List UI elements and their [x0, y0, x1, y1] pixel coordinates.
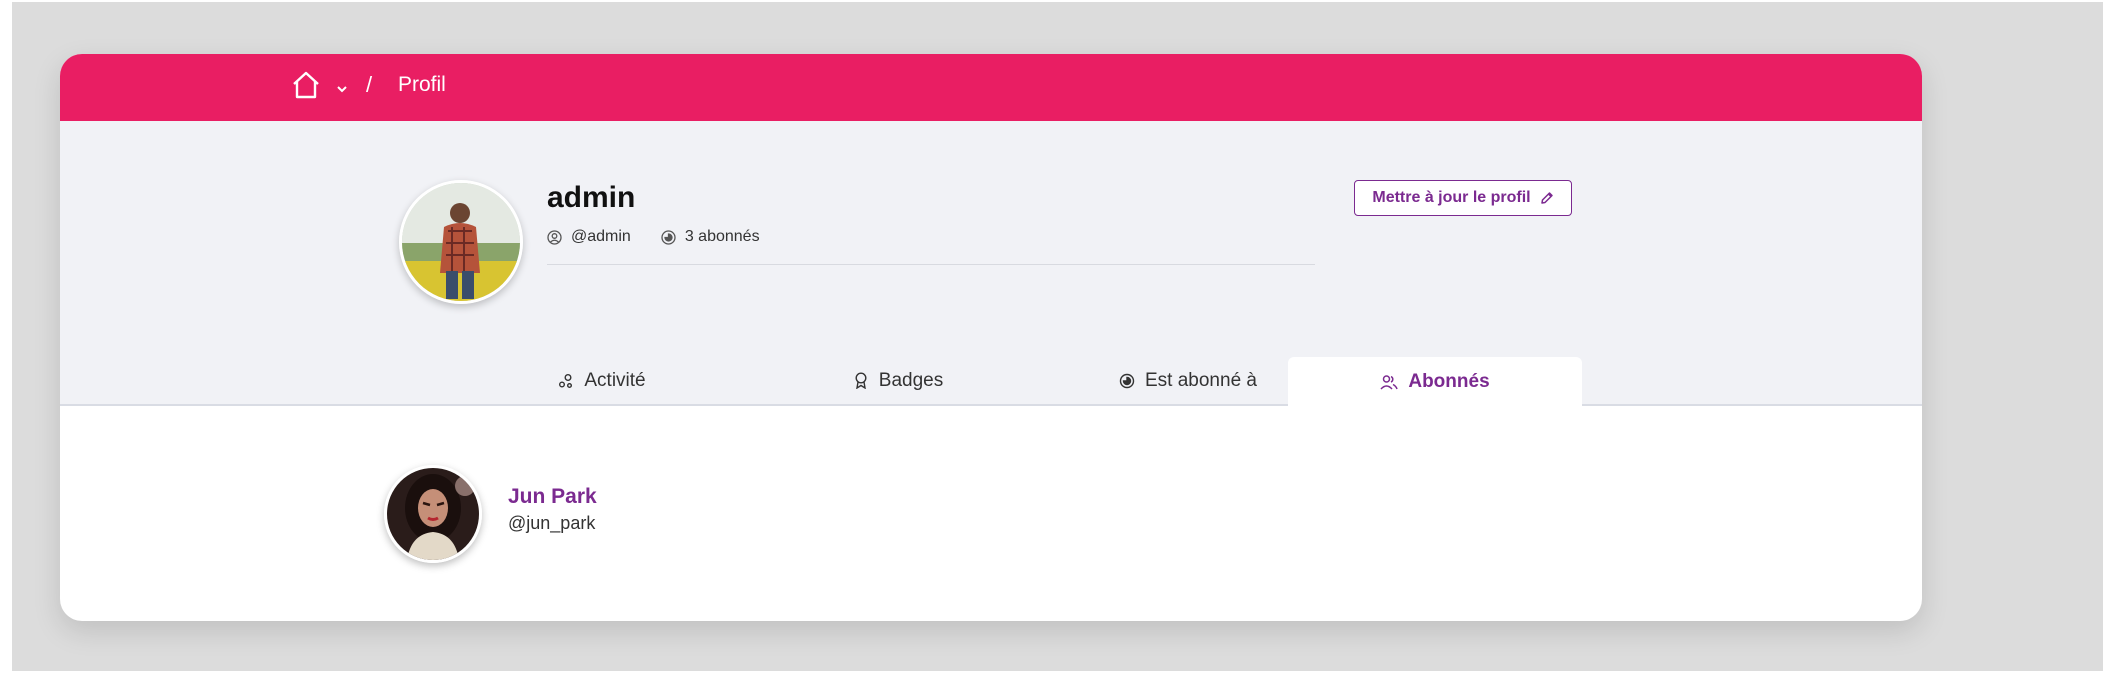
pencil-icon: [1540, 192, 1553, 204]
followers-count-icon: [661, 229, 676, 245]
breadcrumb-current: Profil: [398, 73, 446, 96]
tab-label: Activité: [584, 369, 646, 391]
update-profile-label: Mettre à jour le profil: [1372, 189, 1531, 206]
breadcrumb-separator: /: [366, 72, 373, 97]
following-icon: [1119, 373, 1135, 388]
update-profile-button[interactable]: Mettre à jour le profil: [1354, 180, 1572, 216]
tab-label: Abonnés: [1408, 370, 1490, 392]
profile-handle: @admin: [571, 228, 631, 245]
followers-icon: [1380, 374, 1399, 390]
profile-header: admin @admin 3 abonnés Mettre à jour le …: [60, 121, 1922, 406]
profile-username: admin: [547, 181, 636, 214]
tab-label: Est abonné à: [1145, 369, 1257, 391]
home-icon[interactable]: [291, 70, 321, 100]
tab-followers[interactable]: Abonnés: [1288, 357, 1582, 406]
profile-meta: @admin 3 abonnés: [547, 228, 760, 246]
top-bar: / Profil: [60, 54, 1922, 121]
follower-handle: @jun_park: [508, 513, 596, 533]
profile-followers-count[interactable]: 3 abonnés: [685, 228, 760, 246]
badge-icon: [855, 372, 867, 389]
tab-activity[interactable]: Activité: [432, 357, 772, 404]
divider: [547, 264, 1315, 265]
profile-card: / Profil admin @admin 3 abonnés Mettre à…: [60, 54, 1922, 621]
user-icon: [547, 229, 562, 245]
avatar: [399, 180, 523, 304]
tab-label: Badges: [878, 369, 944, 391]
follower-name[interactable]: Jun Park: [508, 485, 597, 509]
chevron-down-icon[interactable]: [336, 81, 348, 93]
tab-badges[interactable]: Badges: [728, 357, 1068, 404]
activity-icon: [559, 373, 573, 388]
avatar[interactable]: [384, 465, 482, 563]
